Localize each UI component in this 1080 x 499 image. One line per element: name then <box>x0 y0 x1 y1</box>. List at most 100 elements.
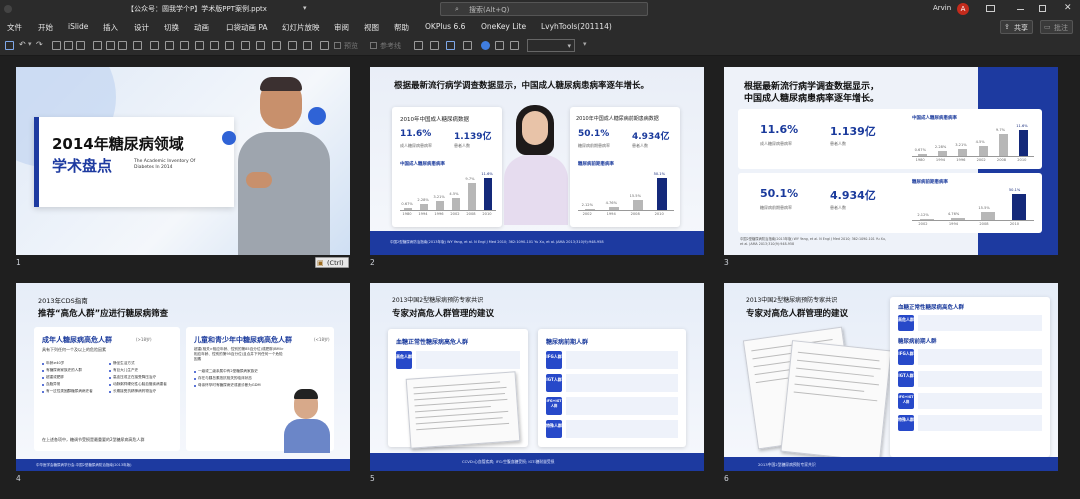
ribbon-display-icon[interactable] <box>986 5 995 12</box>
menu-slideshow[interactable]: 幻灯片放映 <box>282 22 320 33</box>
slide2-right-stat1: 50.1% <box>578 129 610 139</box>
maximize-icon[interactable] <box>1039 5 1046 12</box>
share-button[interactable]: ⇪ 共享 <box>1000 20 1033 34</box>
bullet-icon <box>109 383 111 386</box>
slide-thumbnail-4[interactable]: 2013年CDS指南 推荐“高危人群”应进行糖尿病筛查 成年人糖尿病高危人群 (… <box>16 283 350 471</box>
slide2-left-title: 2010年中国成人糖尿病数据 <box>400 117 469 123</box>
chart-category-label: 2002 <box>976 158 986 162</box>
chart-category-label: 2010 <box>1009 222 1020 226</box>
menu-animations[interactable]: 动画 <box>194 22 209 33</box>
undo-icon[interactable]: ↶ <box>19 40 26 49</box>
more-tools-icon[interactable] <box>510 41 519 50</box>
close-icon[interactable]: ✕ <box>1064 3 1072 13</box>
selection-pane-icon[interactable] <box>320 41 329 50</box>
menu-design[interactable]: 设计 <box>134 22 149 33</box>
slide-thumbnail-2[interactable]: 根据最新流行病学调查数据显示，中国成人糖尿病患病率逐年增长。 2010年中国成人… <box>370 67 704 255</box>
insert-video-icon[interactable] <box>463 41 472 50</box>
chart-category-label: 2008 <box>996 158 1007 162</box>
merge-shapes-icon[interactable] <box>256 41 265 50</box>
chart-bar <box>632 200 644 210</box>
chart-value-label: 9.7% <box>995 128 1006 133</box>
menu-help[interactable]: 帮助 <box>394 22 409 33</box>
guides-checkbox[interactable] <box>370 42 377 49</box>
ungroup-icon[interactable] <box>165 41 174 50</box>
slide-thumbnail-6[interactable]: 2013中国2型糖尿病预防专家共识 专家对高危人群管理的建议 血糖正常性糖尿病高… <box>724 283 1058 471</box>
group-icon[interactable] <box>150 41 159 50</box>
slide3-stat2-label: 患者人数 <box>830 141 846 146</box>
bullet-icon <box>194 384 196 387</box>
bullet-icon <box>109 376 111 379</box>
minimize-icon[interactable] <box>1017 9 1024 10</box>
slide-thumbnail-5[interactable]: 2013中国2型糖尿病预防专家共识 专家对高危人群管理的建议 血糖正常性糖尿病高… <box>370 283 704 471</box>
slide4-left-title-note: (>18岁) <box>136 337 152 342</box>
menu-home[interactable]: 开始 <box>38 22 53 33</box>
insert-chart-icon[interactable] <box>430 41 439 50</box>
comments-button[interactable]: ▭ 批注 <box>1040 20 1073 34</box>
send-backward-icon[interactable] <box>195 41 204 50</box>
user-name[interactable]: Arvin <box>933 4 951 12</box>
menu-view[interactable]: 视图 <box>364 22 379 33</box>
redo-icon[interactable]: ↷ <box>36 40 43 49</box>
align-right-icon[interactable] <box>76 41 85 50</box>
menu-lvyhtools[interactable]: LvyhTools(201114) <box>541 22 612 31</box>
chart-bar <box>404 208 412 210</box>
doctor-photo <box>230 77 340 255</box>
chart-bar <box>1019 130 1029 156</box>
align-middle-icon[interactable] <box>118 41 127 50</box>
menu-review[interactable]: 审阅 <box>334 22 349 33</box>
slide2-heading: 根据最新流行病学调查数据显示，中国成人糖尿病患病率逐年增长。 <box>394 81 650 91</box>
line-icon[interactable] <box>303 41 312 50</box>
save-icon[interactable] <box>5 41 14 50</box>
menu-pocket-animation[interactable]: 口袋动画 PA <box>226 22 268 33</box>
menu-insert[interactable]: 插入 <box>103 22 118 33</box>
chart-value-label: 4.5% <box>975 139 985 144</box>
avatar[interactable]: A <box>957 3 969 15</box>
slide5-row-tag: 高危人群 <box>396 351 412 369</box>
slide2-chart-1: 0.67% 1980 2.28% 1994 3.21% 1996 4.5% 2002 9.7% 2… <box>400 171 496 217</box>
slide5-heading-2: 专家对高危人群管理的建议 <box>392 309 495 319</box>
color-picker-icon[interactable] <box>481 41 490 50</box>
align-top-icon[interactable] <box>106 41 115 50</box>
slide2-right-panel: 2010年中国成人糖尿病前期患病数据 50.1% 糖尿病前期患病率 4.934亿… <box>570 107 680 227</box>
paste-options-badge[interactable]: ▣ (Ctrl) <box>315 257 349 268</box>
slide-thumbnail-1[interactable]: 2014年糖尿病领域 学术盘点 The Academic Inventory O… <box>16 67 350 255</box>
slide6-right-title: 糖尿病前期人群 <box>898 339 937 345</box>
eyedropper-icon[interactable] <box>495 41 504 50</box>
slide-thumbnail-3[interactable]: 根据最新流行病学调查数据显示， 中国成人糖尿病患病率逐年增长。 11.6% 成人… <box>724 67 1058 255</box>
chart-category-label: 1994 <box>606 212 616 216</box>
menu-islide[interactable]: iSlide <box>68 22 88 31</box>
font-size-dropdown[interactable]: ▾ <box>527 39 575 52</box>
insert-picture-icon[interactable] <box>446 41 455 50</box>
doc-line <box>793 391 878 402</box>
align-bottom-icon[interactable] <box>133 41 142 50</box>
undo-dropdown-icon[interactable]: ▾ <box>28 40 32 48</box>
slide3-heading-2: 中国成人糖尿病患病率逐年增长。 <box>744 94 880 104</box>
list-item: 年龄≥40岁 <box>46 361 65 365</box>
menu-okplus[interactable]: OKPlus 6.6 <box>425 22 465 31</box>
menu-transitions[interactable]: 切换 <box>164 22 179 33</box>
bring-forward-icon[interactable] <box>180 41 189 50</box>
preview-checkbox[interactable] <box>334 42 341 49</box>
slide2-reference: 中国2型糖尿病防治指南(2013年版) WY Yang, et al. N En… <box>390 240 604 244</box>
format-painter-icon[interactable] <box>272 41 281 50</box>
distribute-icon[interactable] <box>93 41 102 50</box>
search-box[interactable]: ⌕ 搜索(Alt+Q) <box>440 2 648 16</box>
slide4-left-list: 年龄≥40岁 静坐生活方式 有糖尿病家族史的人群 有巨大儿生产史 超重或肥胖 高血压或正在… <box>42 361 176 431</box>
slide2-right-stat2-label: 患者人数 <box>632 143 648 148</box>
bullet-icon <box>42 390 44 393</box>
menu-onekey[interactable]: OneKey Lite <box>481 22 526 31</box>
shape-icon[interactable] <box>288 41 297 50</box>
slide6-row-ifg <box>918 349 1042 365</box>
rotate-icon[interactable] <box>210 41 219 50</box>
align-center-icon[interactable] <box>64 41 73 50</box>
crop-icon[interactable] <box>241 41 250 50</box>
customize-toolbar-icon[interactable]: ▾ <box>583 40 587 48</box>
flip-icon[interactable] <box>225 41 234 50</box>
insert-table-icon[interactable] <box>414 41 423 50</box>
list-item: 有糖尿病家族史的人群 <box>46 368 82 372</box>
woman-face <box>522 111 548 145</box>
chart-category-label: 1994 <box>935 158 946 162</box>
menu-file[interactable]: 文件 <box>7 22 22 33</box>
title-dropdown-icon[interactable]: ▾ <box>303 4 307 12</box>
align-left-icon[interactable] <box>52 41 61 50</box>
